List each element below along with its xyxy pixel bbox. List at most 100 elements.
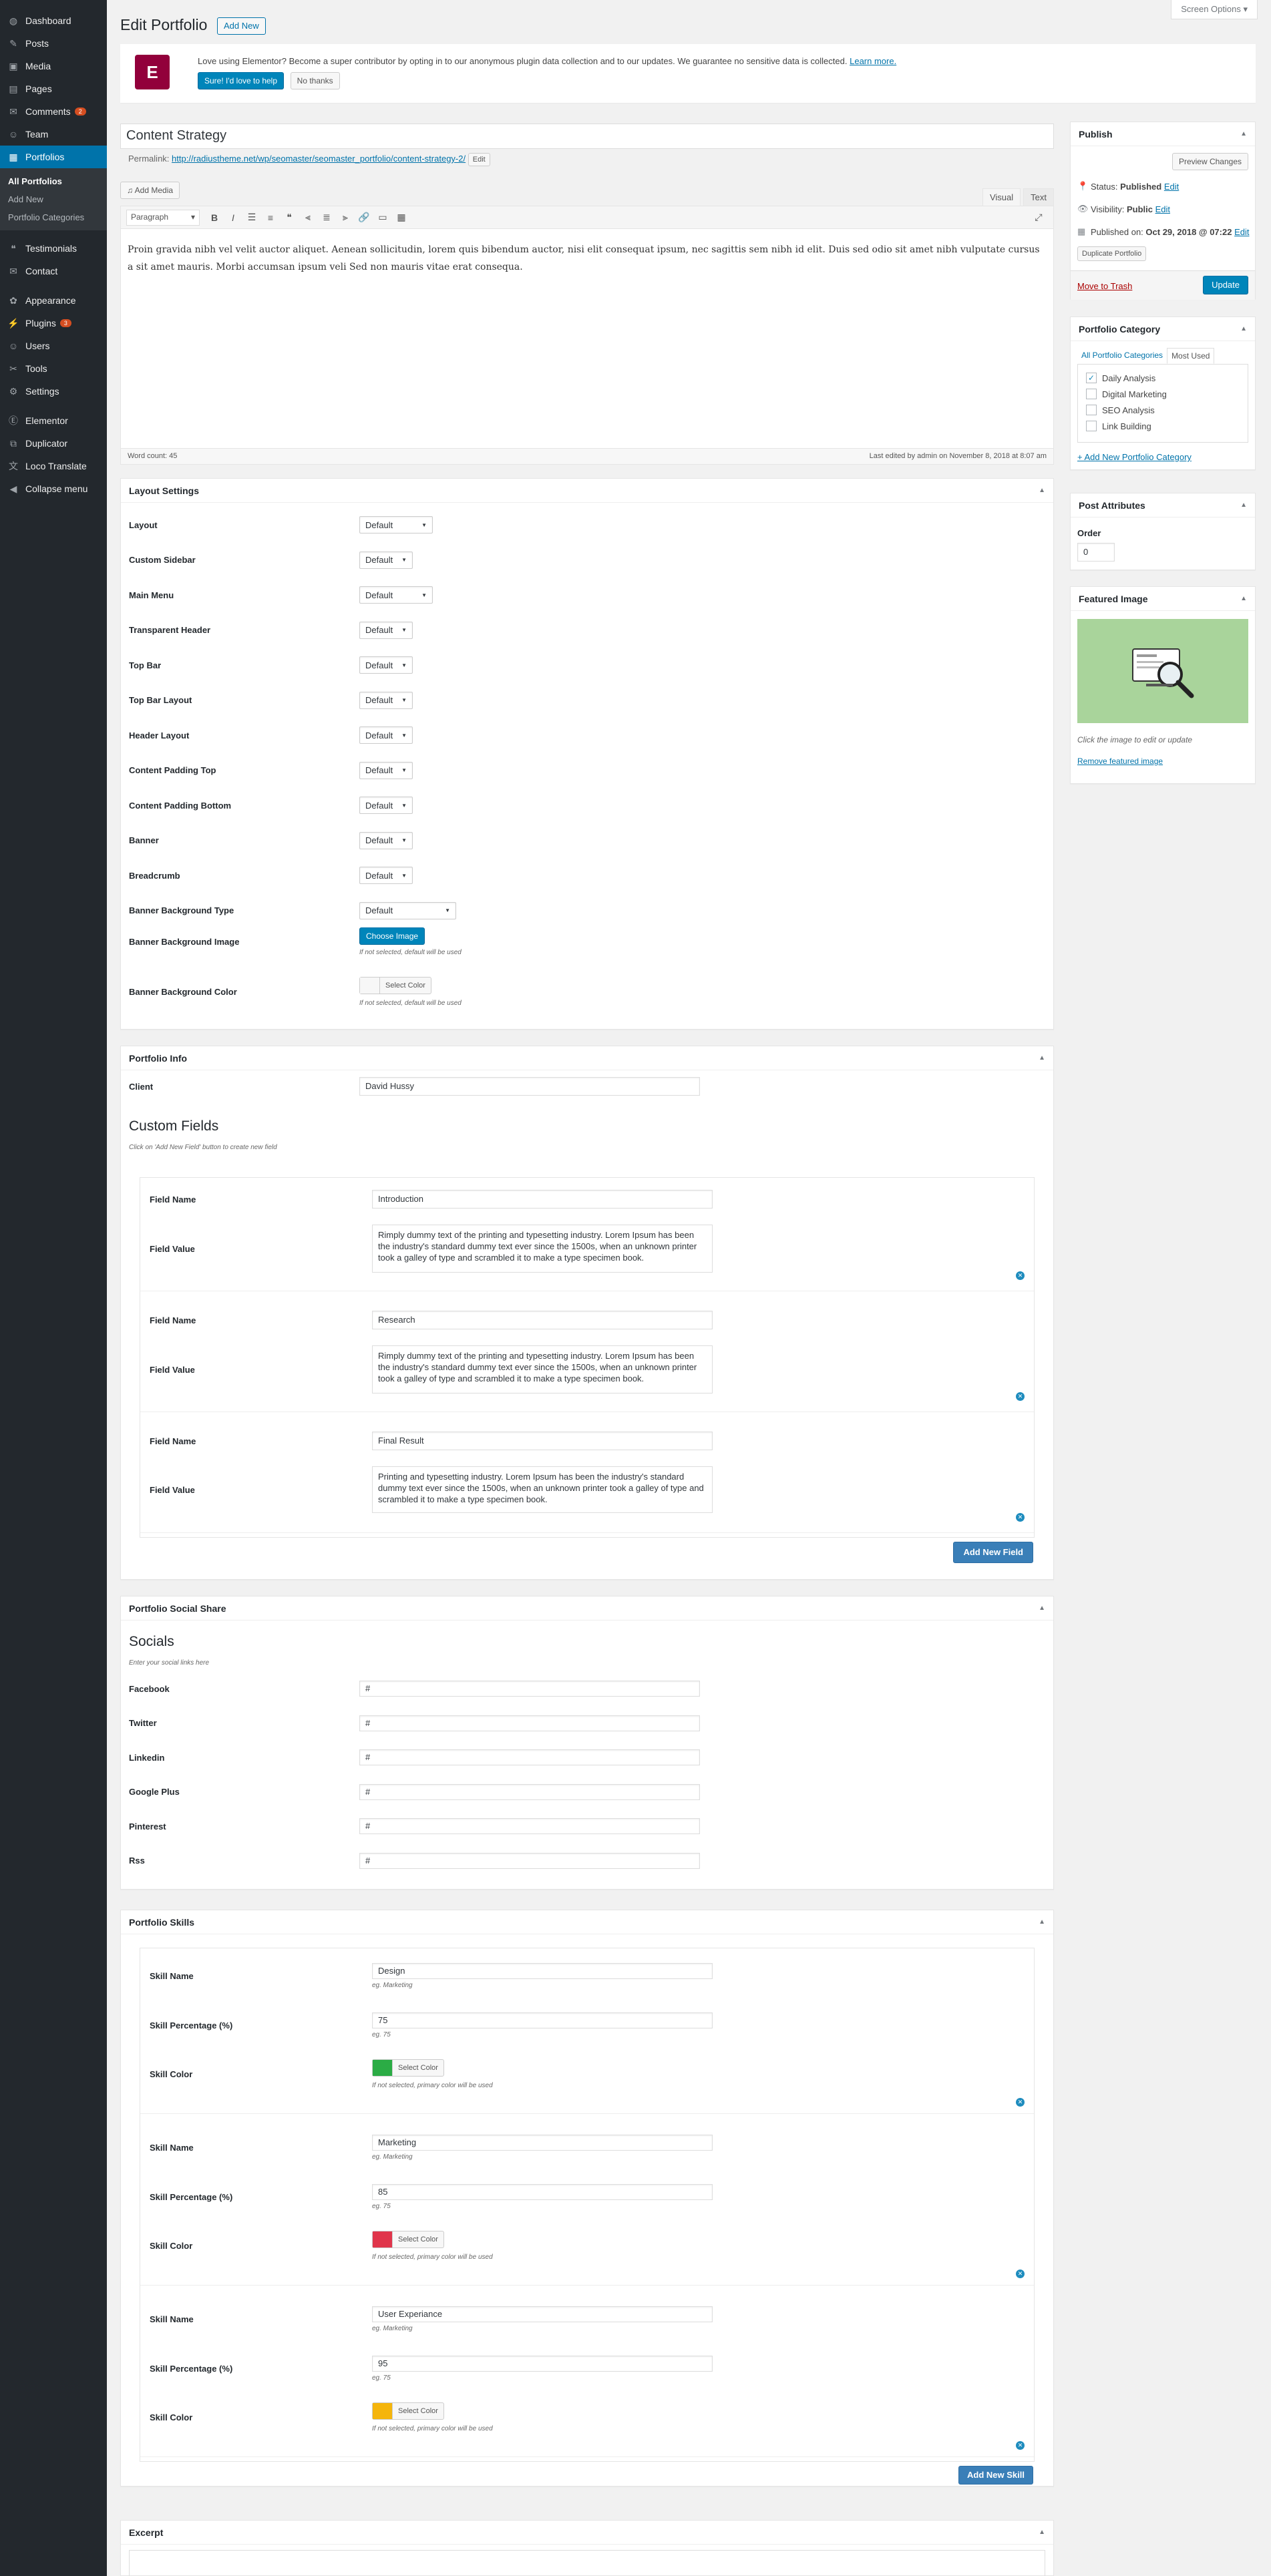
sidebar-item-portfolios[interactable]: ▦ Portfolios [0,146,107,168]
submenu-all-portfolios[interactable]: All Portfolios [0,172,107,190]
tab-visual[interactable]: Visual [982,188,1021,206]
collapse-icon[interactable]: ▲ [1039,1054,1045,1062]
collapse-icon[interactable]: ▲ [1240,595,1247,602]
layout-row-select[interactable]: Default ▼ [359,691,413,709]
published-edit-link[interactable]: Edit [1234,227,1249,237]
bg-color-picker[interactable]: Select Color [359,977,431,994]
layout-row-select[interactable]: Default ▼ [359,621,413,639]
checkbox[interactable]: ✓ [1086,373,1097,383]
sidebar-item-tools[interactable]: ✂ Tools [0,357,107,380]
add-media-button[interactable]: ♫ Add Media [120,182,180,199]
remove-skill-icon[interactable]: ✕ [1016,2270,1025,2278]
skill-name-input[interactable]: Design [372,1963,713,1979]
sidebar-item-posts[interactable]: ✎ Posts [0,32,107,55]
screen-options-button[interactable]: Screen Options ▾ [1171,0,1258,19]
read-more-icon[interactable]: ▭ [373,209,392,226]
collapse-icon[interactable]: ▲ [1039,1918,1045,1926]
sidebar-item-team[interactable]: ☺ Team [0,123,107,146]
skill-name-input[interactable]: User Experiance [372,2306,713,2322]
status-edit-link[interactable]: Edit [1164,182,1179,192]
field-value-textarea[interactable]: Rimply dummy text of the printing and ty… [372,1225,713,1273]
checkbox[interactable] [1086,405,1097,415]
choose-image-button[interactable]: Choose Image [359,927,425,945]
learn-more-link[interactable]: Learn more. [850,56,896,66]
tab-all-categories[interactable]: All Portfolio Categories [1077,348,1167,364]
add-new-field-button[interactable]: Add New Field [953,1542,1033,1563]
layout-row-select[interactable]: Default ▼ [359,726,413,744]
tab-text[interactable]: Text [1023,188,1054,206]
category-item[interactable]: Digital Marketing [1086,386,1240,402]
sidebar-item-media[interactable]: ▣ Media [0,55,107,77]
client-input[interactable]: David Hussy [359,1077,700,1096]
skill-percent-input[interactable]: 85 [372,2184,713,2200]
social-input[interactable]: # [359,1783,700,1800]
remove-field-icon[interactable]: ✕ [1016,1392,1025,1401]
social-input[interactable]: # [359,1681,700,1697]
sidebar-item-comments[interactable]: ✉ Comments 2 [0,100,107,123]
sidebar-item-pages[interactable]: ▤ Pages [0,77,107,100]
tab-most-used[interactable]: Most Used [1167,348,1215,364]
collapse-icon[interactable]: ▲ [1039,2529,1045,2536]
collapse-icon[interactable]: ▲ [1240,501,1247,509]
featured-image[interactable] [1077,619,1248,723]
collapse-icon[interactable]: ▲ [1039,487,1045,494]
checkbox[interactable] [1086,421,1097,431]
excerpt-textarea[interactable] [129,2550,1045,2576]
remove-skill-icon[interactable]: ✕ [1016,2441,1025,2450]
skill-name-input[interactable]: Marketing [372,2135,713,2151]
duplicate-portfolio-button[interactable]: Duplicate Portfolio [1077,246,1147,261]
editor-content[interactable]: Proin gravida nibh vel velit auctor aliq… [121,229,1053,288]
field-name-input[interactable]: Final Result [372,1432,713,1450]
add-new-skill-button[interactable]: Add New Skill [958,2466,1033,2485]
format-select[interactable]: Paragraph ▾ [126,209,200,226]
toolbar-toggle-icon[interactable]: ▦ [392,209,411,226]
layout-row-select[interactable]: Default ▼ [359,831,413,849]
category-item[interactable]: SEO Analysis [1086,402,1240,418]
bold-icon[interactable]: B [205,209,224,226]
collapse-icon[interactable]: ▲ [1240,130,1247,138]
add-category-link[interactable]: + Add New Portfolio Category [1077,452,1192,462]
move-to-trash-link[interactable]: Move to Trash [1077,281,1132,291]
sidebar-item-settings[interactable]: ⚙ Settings [0,380,107,403]
sidebar-item-testimonials[interactable]: ❝ Testimonials [0,237,107,260]
visibility-edit-link[interactable]: Edit [1155,204,1170,214]
update-button[interactable]: Update [1203,276,1248,294]
layout-row-select[interactable]: Default ▼ [359,867,413,884]
remove-field-icon[interactable]: ✕ [1016,1271,1025,1280]
skill-percent-input[interactable]: 95 [372,2356,713,2372]
checkbox[interactable] [1086,389,1097,399]
no-thanks-button[interactable]: No thanks [290,72,340,89]
sidebar-item-duplicator[interactable]: ⧉ Duplicator [0,432,107,455]
post-title-input[interactable]: Content Strategy [120,124,1054,149]
field-name-input[interactable]: Research [372,1311,713,1329]
permalink-url[interactable]: http://radiustheme.net/wp/seomaster/seom… [172,154,466,164]
sidebar-item-users[interactable]: ☺ Users [0,335,107,357]
align-right-icon[interactable]: ⫸ [336,209,355,226]
submenu-add-new[interactable]: Add New [0,190,107,208]
layout-row-select[interactable]: Default ▼ [359,551,413,569]
permalink-edit-button[interactable]: Edit [468,153,490,166]
layout-row-select[interactable]: Default ▼ [359,761,413,779]
sidebar-item-contact[interactable]: ✉ Contact [0,260,107,282]
field-value-textarea[interactable]: Rimply dummy text of the printing and ty… [372,1345,713,1393]
layout-row-select[interactable]: Default ▼ [359,656,413,674]
sidebar-item-appearance[interactable]: ✿ Appearance [0,289,107,312]
category-item[interactable]: Link Building [1086,418,1240,434]
add-new-button[interactable]: Add New [217,17,266,35]
social-input[interactable]: # [359,1715,700,1731]
remove-field-icon[interactable]: ✕ [1016,1513,1025,1522]
order-input[interactable]: 0 [1077,543,1115,562]
remove-featured-image-link[interactable]: Remove featured image [1077,757,1163,766]
numbered-list-icon[interactable]: ≡ [261,209,280,226]
sidebar-item-loco-translate[interactable]: 文 Loco Translate [0,455,107,477]
sidebar-item-plugins[interactable]: ⚡ Plugins 3 [0,312,107,335]
social-input[interactable]: # [359,1749,700,1765]
skill-color-picker[interactable]: Select Color [372,2402,444,2420]
layout-row-select[interactable]: Default ▼ [359,901,456,919]
preview-changes-button[interactable]: Preview Changes [1171,153,1248,170]
align-left-icon[interactable]: ⫷ [299,209,317,226]
bullet-list-icon[interactable]: ☰ [242,209,261,226]
link-icon[interactable]: 🔗 [355,209,373,226]
italic-icon[interactable]: I [224,209,242,226]
remove-skill-icon[interactable]: ✕ [1016,2098,1025,2107]
